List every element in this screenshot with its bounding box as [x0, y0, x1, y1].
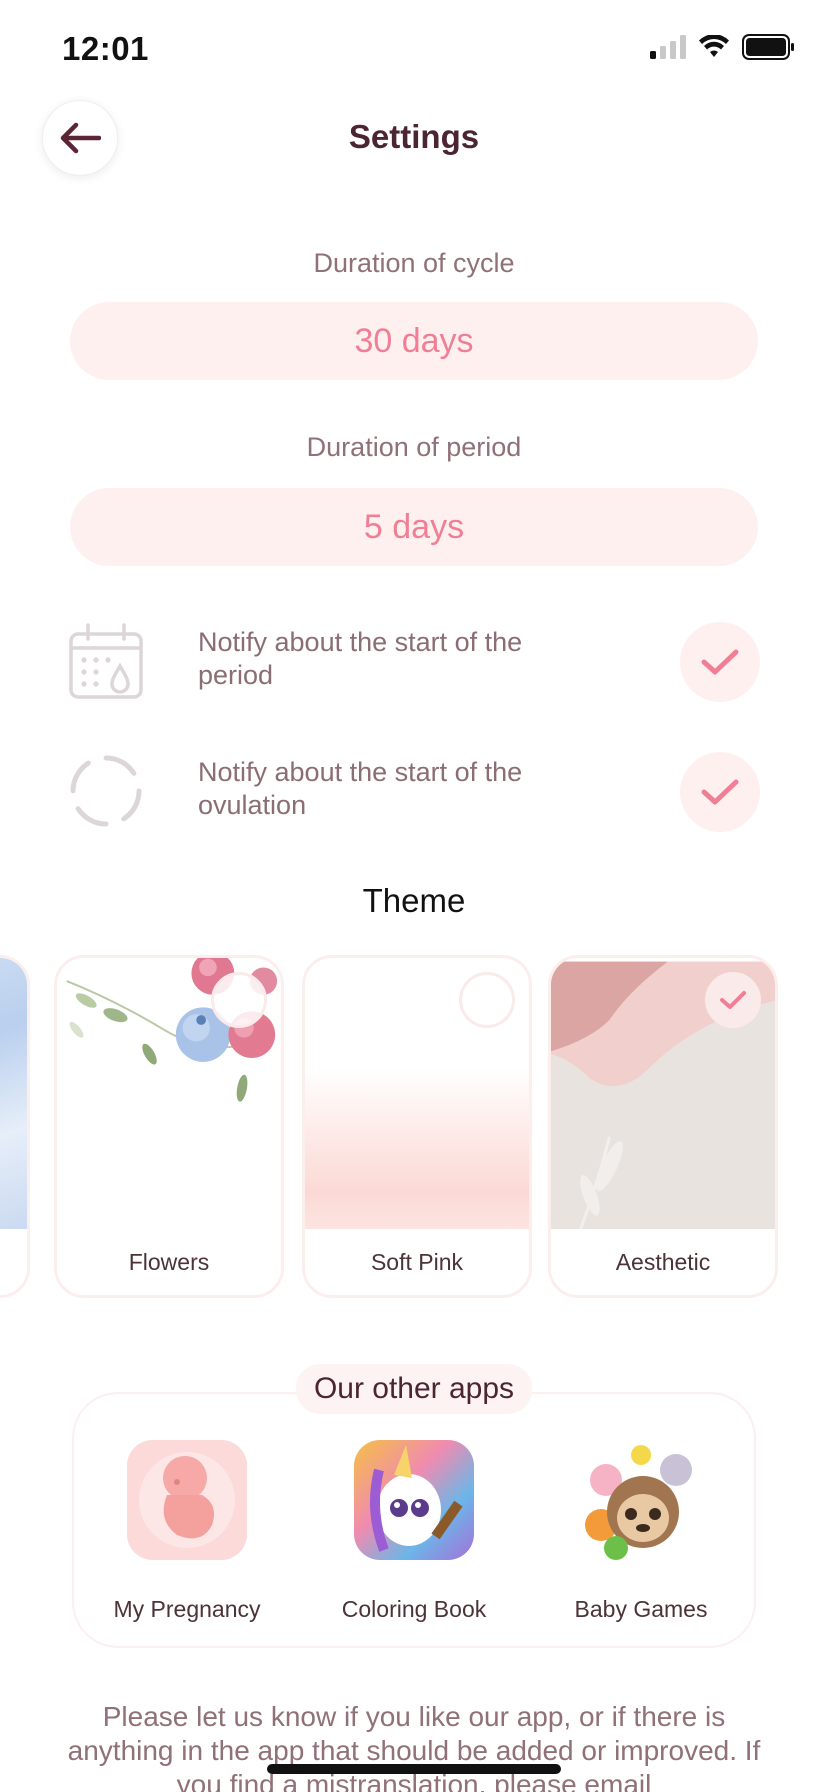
- cycle-duration-label: Duration of cycle: [313, 248, 515, 278]
- checkmark-icon: [701, 649, 739, 675]
- checkmark-icon: [720, 991, 746, 1009]
- theme-radio-aesthetic-selected: [705, 972, 761, 1028]
- notify-period-row: Notify about the start of the period: [68, 618, 760, 704]
- theme-name-flowers: Flowers: [57, 1229, 281, 1295]
- app-coloring-book[interactable]: Coloring Book: [304, 1440, 524, 1623]
- theme-radio-soft-pink: [459, 972, 515, 1028]
- status-bar: 12:01: [0, 0, 828, 100]
- checkmark-icon: [701, 779, 739, 805]
- app-name-my-pregnancy: My Pregnancy: [113, 1596, 261, 1622]
- notify-period-toggle[interactable]: [680, 622, 760, 702]
- status-time: 12:01: [62, 30, 149, 67]
- status-icons: [650, 34, 796, 60]
- theme-card-soft-pink[interactable]: Soft Pink: [302, 955, 532, 1298]
- theme-carousel[interactable]: Flowers Soft Pink Aesthetic: [0, 955, 828, 1300]
- period-duration-label: Duration of period: [306, 432, 522, 462]
- app-my-pregnancy[interactable]: My Pregnancy: [77, 1440, 297, 1623]
- other-apps-title-wrap: Our other apps: [0, 1364, 828, 1414]
- theme-name-soft-pink: Soft Pink: [305, 1229, 529, 1295]
- baby-games-app-icon: [581, 1440, 701, 1560]
- theme-card-aesthetic[interactable]: Aesthetic: [548, 955, 778, 1298]
- notify-ovulation-row: Notify about the start of the ovulation: [68, 748, 760, 834]
- pregnancy-app-icon: [127, 1440, 247, 1560]
- cycle-duration-field[interactable]: 30 days: [70, 302, 758, 380]
- marble-preview: [0, 958, 27, 1234]
- app-name-baby-games: Baby Games: [574, 1596, 708, 1622]
- battery-icon: [742, 34, 794, 60]
- theme-name-aesthetic: Aesthetic: [551, 1229, 775, 1295]
- theme-card-partial[interactable]: [0, 955, 30, 1298]
- signal-icon: [650, 35, 686, 59]
- theme-title: Theme: [362, 882, 466, 919]
- dashed-circle-icon: [70, 755, 142, 827]
- notify-ovulation-label: Notify about the start of the ovulation: [198, 757, 523, 820]
- coloring-book-app-icon: [354, 1440, 474, 1560]
- notify-period-label: Notify about the start of the period: [198, 627, 523, 690]
- theme-card-flowers[interactable]: Flowers: [54, 955, 284, 1298]
- wifi-icon: [699, 35, 729, 57]
- other-apps-title: Our other apps: [295, 1364, 533, 1414]
- app-baby-games[interactable]: Baby Games: [531, 1440, 751, 1623]
- notify-ovulation-toggle[interactable]: [680, 752, 760, 832]
- home-indicator: [267, 1764, 561, 1774]
- period-duration-field[interactable]: 5 days: [70, 488, 758, 566]
- theme-radio-flowers: [211, 972, 267, 1028]
- page-title: Settings: [348, 118, 480, 155]
- app-name-coloring-book: Coloring Book: [341, 1596, 487, 1622]
- calendar-icon: [69, 623, 143, 699]
- feedback-text: Please let us know if you like our app, …: [67, 1701, 761, 1792]
